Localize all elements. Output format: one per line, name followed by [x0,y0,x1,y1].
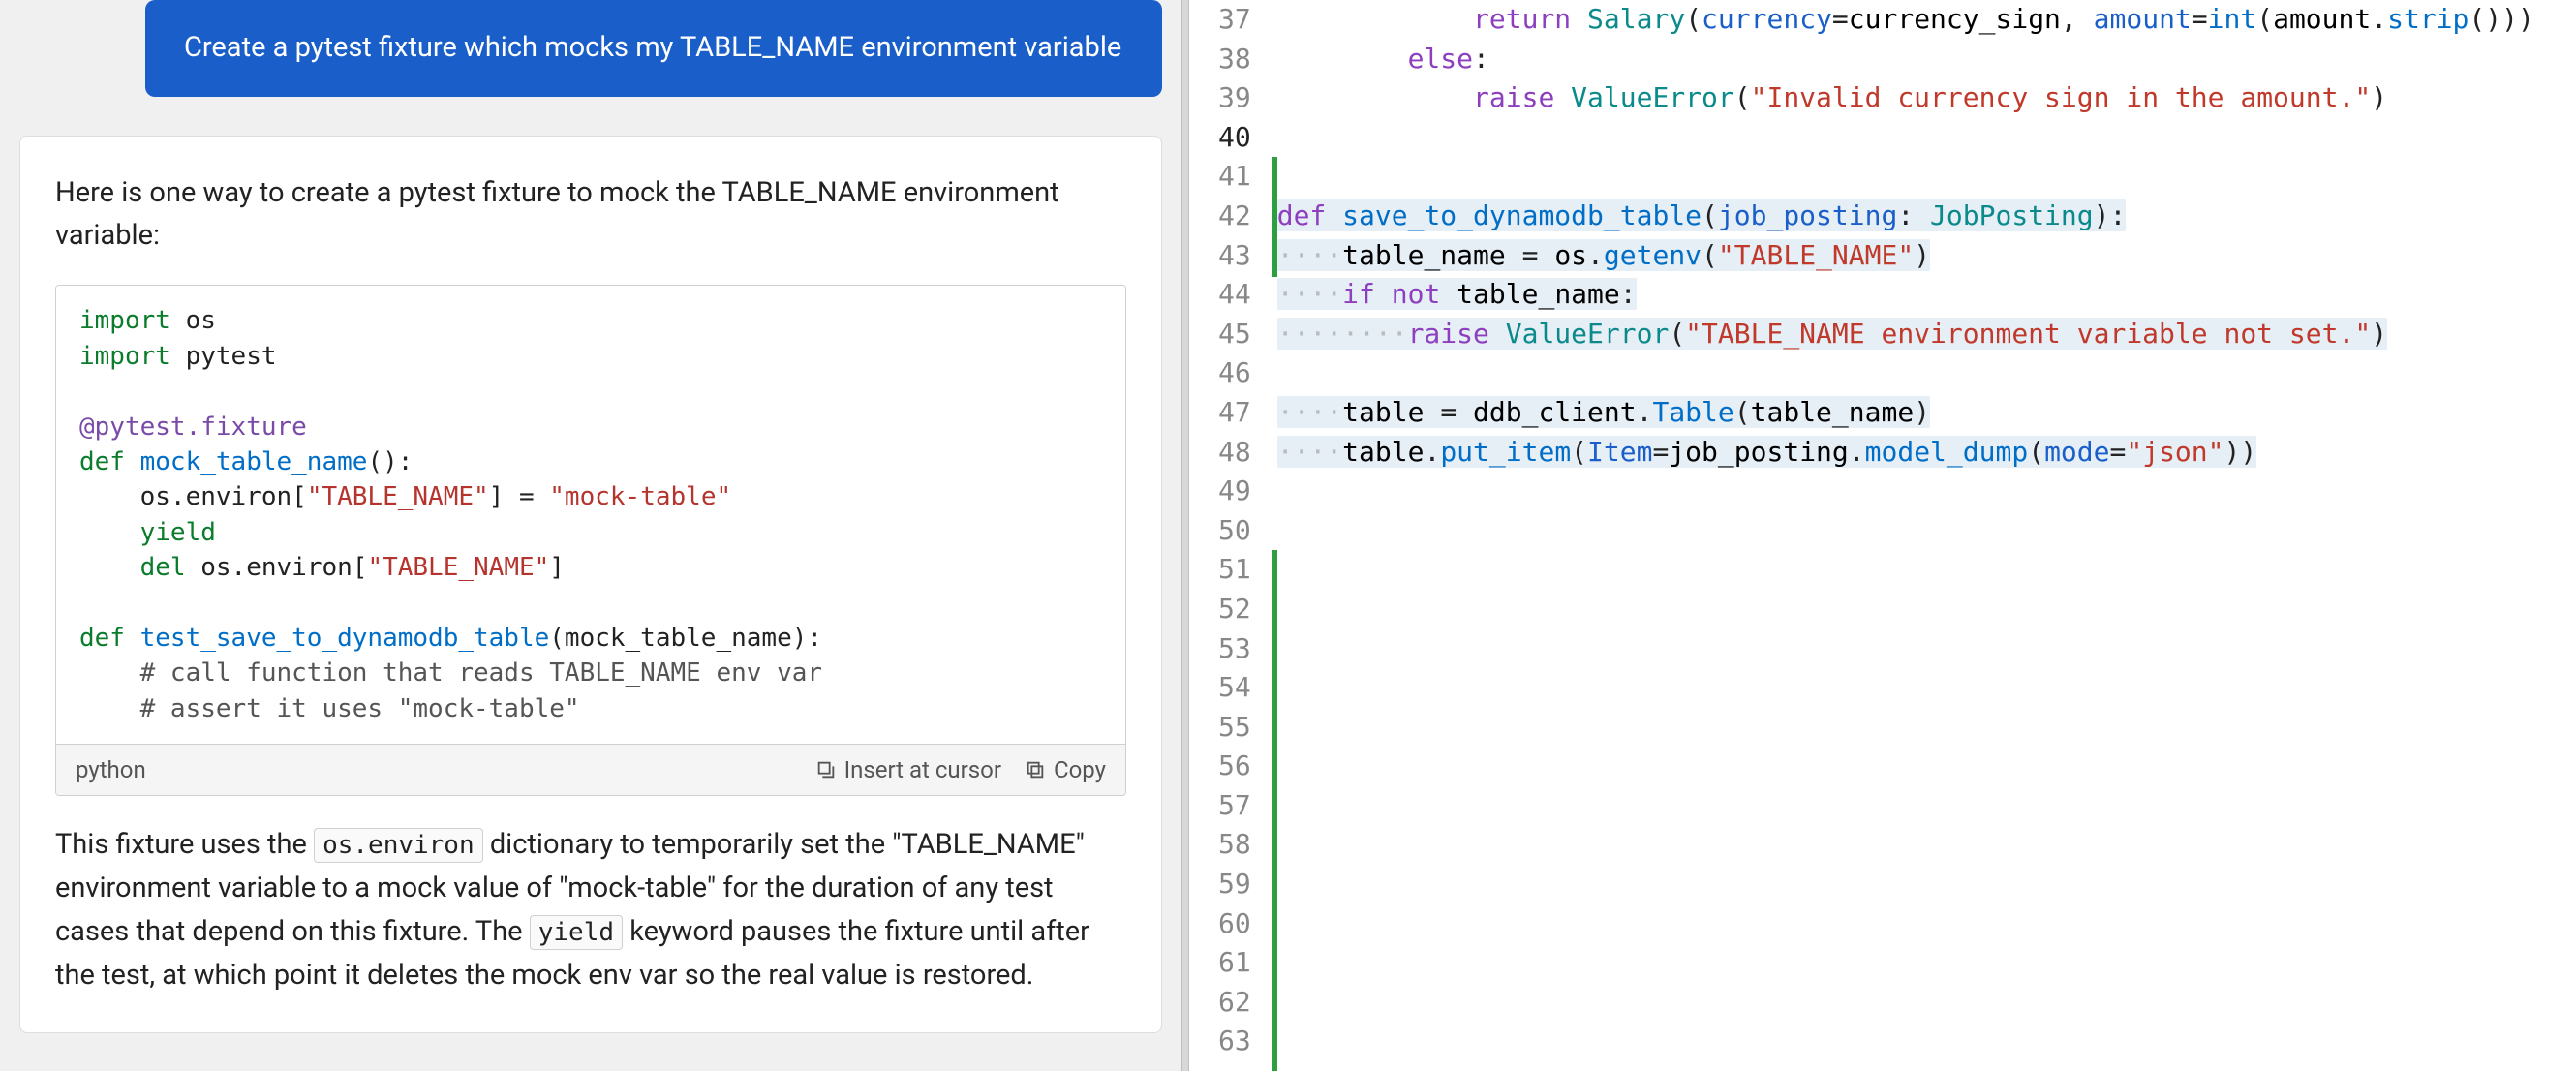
editor-line[interactable] [1272,629,2576,669]
user-message-text: Create a pytest fixture which mocks my T… [184,31,1121,64]
editor-line[interactable] [1272,747,2576,786]
editor-line[interactable]: ····table_name = os.getenv("TABLE_NAME") [1272,236,2576,276]
user-message-bubble: Create a pytest fixture which mocks my T… [145,0,1162,97]
editor-line[interactable] [1272,983,2576,1023]
editor-line[interactable]: raise ValueError("Invalid currency sign … [1272,78,2576,118]
line-number: 38 [1218,40,1251,79]
editor-body[interactable]: return Salary(currency=currency_sign, am… [1272,0,2576,1071]
editor-line[interactable] [1272,157,2576,197]
diff-added-marker [1272,157,1277,277]
editor-line[interactable] [1272,865,2576,904]
editor-line[interactable] [1272,904,2576,944]
chat-panel: Create a pytest fixture which mocks my T… [0,0,1181,1071]
editor-line[interactable]: return Salary(currency=currency_sign, am… [1272,0,2576,40]
editor-line[interactable]: ····table = ddb_client.Table(table_name) [1272,393,2576,433]
editor-line[interactable] [1272,825,2576,865]
line-number: 55 [1218,708,1251,748]
editor-line[interactable] [1272,472,2576,511]
editor-line[interactable] [1272,590,2576,629]
inline-code: yield [530,915,623,950]
line-number: 44 [1218,275,1251,315]
code-language-label: python [76,756,792,783]
response-intro: Here is one way to create a pytest fixtu… [55,171,1126,259]
line-number: 45 [1218,315,1251,354]
inline-code: os.environ [314,828,483,863]
line-number: 39 [1218,78,1251,118]
insert-at-cursor-button[interactable]: Insert at cursor [815,756,1001,783]
copy-button[interactable]: Copy [1025,756,1106,783]
code-content[interactable]: import osimport pytest @pytest.fixturede… [56,286,1125,744]
line-number: 48 [1218,433,1251,473]
line-number: 62 [1218,983,1251,1023]
line-number: 46 [1218,353,1251,393]
editor-line[interactable]: def save_to_dynamodb_table(job_posting: … [1272,197,2576,236]
line-number: 63 [1218,1022,1251,1061]
response-outro: This fixture uses the os.environ diction… [55,823,1126,997]
line-number: 60 [1218,904,1251,944]
line-number: 47 [1218,393,1251,433]
editor-line[interactable] [1272,1022,2576,1061]
editor-line[interactable] [1272,668,2576,708]
editor-line[interactable] [1272,786,2576,826]
line-number: 52 [1218,590,1251,629]
line-number: 49 [1218,472,1251,511]
insert-icon [815,759,837,780]
line-number: 40 [1218,118,1251,158]
editor-line[interactable] [1272,550,2576,590]
editor-line[interactable]: ········raise ValueError("TABLE_NAME env… [1272,315,2576,354]
code-editor[interactable]: 3738394041424344454647484950515253545556… [1189,0,2576,1071]
line-number: 54 [1218,668,1251,708]
line-number: 42 [1218,197,1251,236]
line-number-gutter: 3738394041424344454647484950515253545556… [1189,0,1272,1071]
editor-line[interactable] [1272,511,2576,551]
line-number: 50 [1218,511,1251,551]
editor-line[interactable]: ····if not table_name: [1272,275,2576,315]
copy-icon [1025,759,1046,780]
line-number: 61 [1218,943,1251,983]
editor-line[interactable] [1272,353,2576,393]
editor-line[interactable]: ····table.put_item(Item=job_posting.mode… [1272,433,2576,473]
line-number: 56 [1218,747,1251,786]
line-number: 59 [1218,865,1251,904]
code-block: import osimport pytest @pytest.fixturede… [55,285,1126,796]
line-number: 51 [1218,550,1251,590]
line-number: 57 [1218,786,1251,826]
editor-line[interactable] [1272,708,2576,748]
line-number: 53 [1218,629,1251,669]
line-number: 37 [1218,0,1251,40]
assistant-response-card: Here is one way to create a pytest fixtu… [19,136,1162,1033]
diff-added-marker [1272,550,1277,1071]
editor-line[interactable]: else: [1272,40,2576,79]
editor-line[interactable] [1272,943,2576,983]
line-number: 58 [1218,825,1251,865]
line-number: 43 [1218,236,1251,276]
editor-line[interactable] [1272,118,2576,158]
panel-divider[interactable] [1181,0,1189,1071]
code-footer: python Insert at cursor Copy [56,744,1125,795]
line-number: 41 [1218,157,1251,197]
